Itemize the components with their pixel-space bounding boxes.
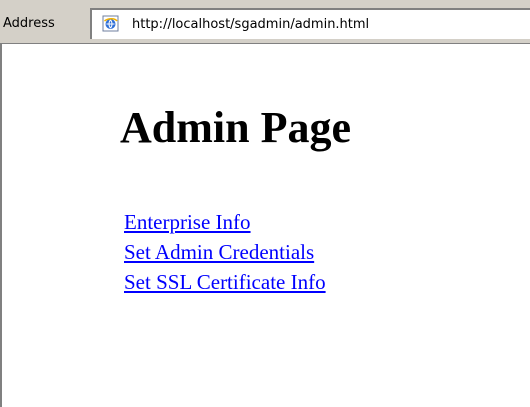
set-admin-credentials-link[interactable]: Set Admin Credentials bbox=[124, 237, 326, 267]
url-text: http://localhost/sgadmin/admin.html bbox=[132, 17, 370, 32]
page-title: Admin Page bbox=[120, 103, 351, 152]
admin-links: Enterprise Info Set Admin Credentials Se… bbox=[124, 207, 326, 297]
browser-window: Address http://localhost/sgadmin/admin.h… bbox=[0, 0, 530, 407]
page-viewport: Admin Page Enterprise Info Set Admin Cre… bbox=[0, 44, 530, 407]
address-label: Address bbox=[3, 16, 55, 31]
enterprise-info-link[interactable]: Enterprise Info bbox=[124, 207, 326, 237]
ie-page-icon bbox=[102, 15, 119, 32]
set-ssl-certificate-info-link[interactable]: Set SSL Certificate Info bbox=[124, 267, 326, 297]
address-field[interactable]: http://localhost/sgadmin/admin.html bbox=[90, 8, 530, 39]
address-bar: Address http://localhost/sgadmin/admin.h… bbox=[0, 0, 530, 44]
